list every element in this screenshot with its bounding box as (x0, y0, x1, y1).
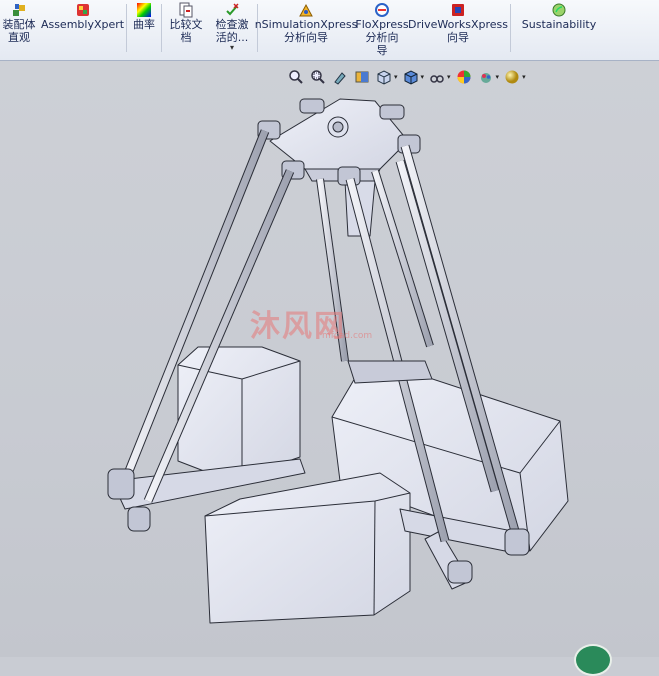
assembly-visualization-label-2: 直观 (8, 31, 30, 44)
ribbon-separator (126, 4, 127, 52)
curvature-icon (137, 3, 151, 17)
floxpress-label-3: 导 (376, 44, 388, 57)
floxpress-icon (375, 3, 389, 17)
check-active-button[interactable]: 检查激 活的... ▾ (210, 0, 254, 58)
floxpress-label-1: FloXpress (355, 18, 409, 31)
status-badge-icon (574, 644, 612, 676)
compare-documents-icon (179, 2, 193, 18)
graphics-area[interactable]: ▾ ▾ ▾ ▾ ▾ 沐风网 mfcad.com (0, 61, 659, 657)
assemblyxpert-label: AssemblyXpert (40, 18, 125, 31)
assembly-visualization-icon (13, 4, 25, 16)
simulationxpress-label-2: 分析向导 (284, 31, 328, 44)
assemblyxpert-icon (76, 4, 89, 16)
simulationxpress-icon (299, 3, 313, 17)
simulationxpress-button[interactable]: nSimulationXpress 分析向导 (255, 0, 357, 58)
check-active-label-1: 检查激 (215, 18, 249, 31)
curvature-button[interactable]: 曲率 (130, 0, 158, 58)
delta-robot-model[interactable] (0, 61, 659, 657)
ribbon-separator (510, 4, 511, 52)
compare-documents-button[interactable]: 比较文档 (166, 0, 206, 58)
driveworksxpress-button[interactable]: DriveWorksXpress 向导 (408, 0, 508, 58)
driveworksxpress-icon (452, 4, 464, 16)
driveworksxpress-label-2: 向导 (447, 31, 469, 44)
floxpress-label-2: 分析向 (365, 31, 399, 44)
simulationxpress-label-1: nSimulationXpress (254, 18, 358, 31)
assembly-visualization-button[interactable]: 装配体 直观 (0, 0, 38, 58)
assembly-visualization-label-1: 装配体 (2, 18, 36, 31)
compare-documents-label-2: 档 (180, 31, 192, 44)
assemblyxpert-button[interactable]: AssemblyXpert (41, 0, 124, 58)
command-manager-ribbon: 装配体直观 AssemblyXpert 曲率 比较文档 检查激活的... ▾ (0, 0, 659, 61)
sustainability-icon (552, 3, 566, 17)
ribbon-separator (161, 4, 162, 52)
driveworksxpress-label-1: DriveWorksXpress (408, 18, 508, 31)
watermark-url: mfcad.com (322, 331, 373, 341)
floxpress-button[interactable]: FloXpress 分析向导 (355, 0, 409, 58)
check-active-icon (226, 3, 239, 16)
curvature-label: 曲率 (133, 18, 155, 31)
sustainability-label: Sustainability (521, 18, 597, 31)
compare-documents-label-1: 比较文 (169, 18, 203, 31)
sustainability-button[interactable]: Sustainability (521, 0, 597, 58)
check-active-dropdown-icon[interactable]: ▾ (230, 44, 234, 52)
